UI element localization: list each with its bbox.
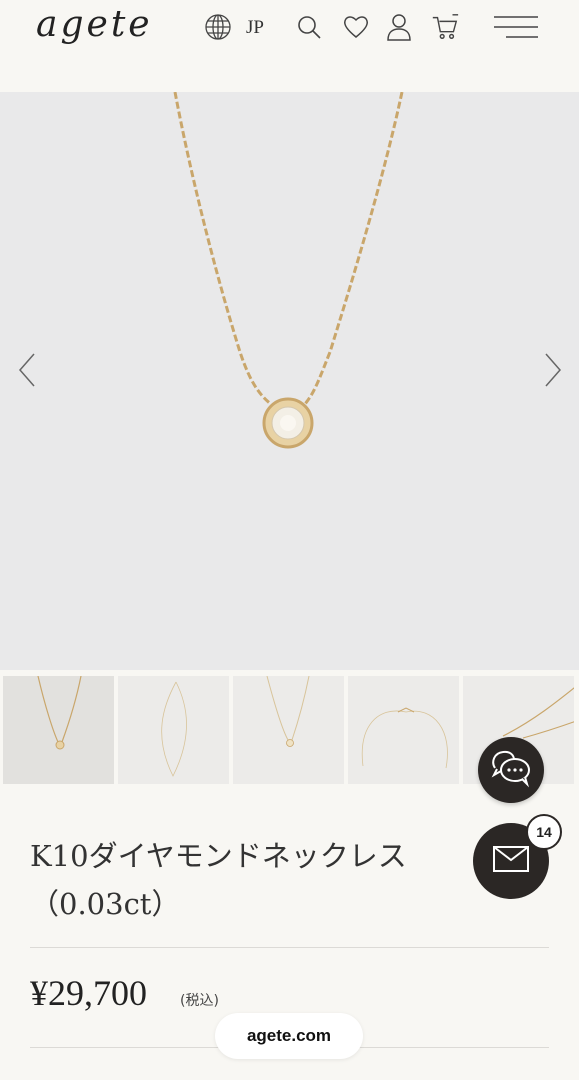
menu-icon[interactable] (493, 12, 539, 42)
cart-icon[interactable] (430, 12, 460, 42)
thumbnail-4[interactable] (348, 676, 459, 784)
product-title-line1: K10ダイヤモンドネックレス (30, 839, 407, 873)
product-title-line2: （0.03ct） (30, 887, 181, 921)
thumbnail-2[interactable] (118, 676, 229, 784)
divider (30, 947, 549, 948)
language-label[interactable]: JP (246, 17, 264, 39)
mail-icon (492, 845, 530, 878)
necklace-image (173, 92, 404, 449)
chevron-left-icon[interactable] (14, 350, 44, 390)
site-link-pill[interactable]: agete.com (215, 1013, 363, 1059)
site-header: agete JP (0, 0, 579, 92)
heart-icon[interactable] (341, 12, 371, 42)
chat-icon (489, 748, 533, 793)
tax-note: (税込) (180, 993, 219, 1009)
thumbnail-3[interactable] (233, 676, 344, 784)
product-title: K10ダイヤモンドネックレス （0.03ct） (30, 832, 460, 928)
thumbnail-1[interactable] (3, 676, 114, 784)
globe-icon[interactable] (203, 12, 233, 42)
product-main-image[interactable] (0, 92, 579, 670)
search-icon[interactable] (294, 12, 324, 42)
chat-button[interactable] (478, 737, 544, 803)
chevron-right-icon[interactable] (536, 350, 566, 390)
user-icon[interactable] (384, 12, 414, 42)
product-price: ¥29,700 (30, 973, 147, 1013)
notification-badge: 14 (526, 814, 562, 850)
brand-logo[interactable]: agete (36, 4, 153, 45)
